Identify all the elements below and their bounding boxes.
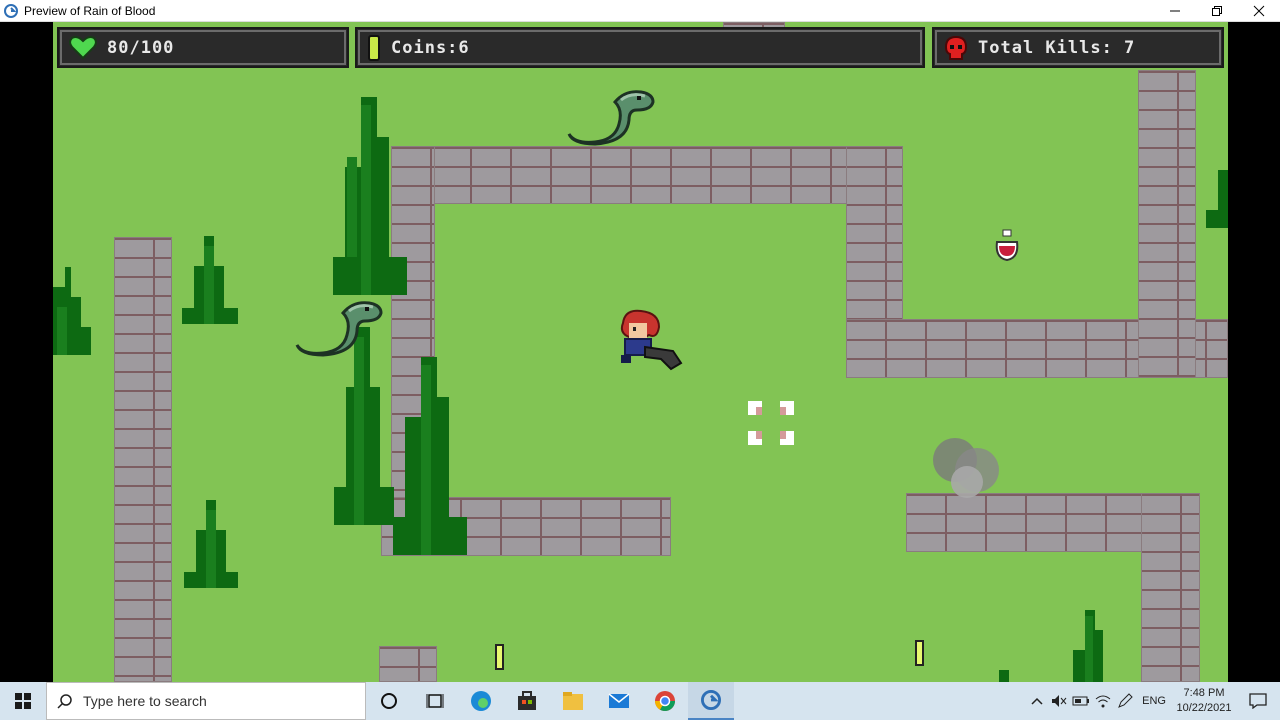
- gamemaker-icon: [701, 690, 721, 710]
- game-canvas[interactable]: 80/100 Coins:6 Total Kills: 7: [53, 22, 1228, 682]
- window-title: Preview of Rain of Blood: [24, 3, 156, 18]
- minimize-button[interactable]: [1154, 0, 1196, 22]
- task-view-icon: [426, 694, 444, 708]
- pine-tree: [182, 236, 238, 324]
- coin-pickup: [915, 640, 924, 666]
- window-titlebar: Preview of Rain of Blood: [0, 0, 1280, 22]
- system-tray: ENG 7:48 PM 10/22/2021: [1026, 682, 1280, 720]
- clock[interactable]: 7:48 PM 10/22/2021: [1172, 686, 1236, 716]
- heart-icon: [69, 35, 97, 59]
- store-icon: [518, 691, 536, 710]
- snake-enemy: [567, 90, 655, 146]
- gamemaker-icon: [4, 3, 18, 18]
- coin-pickup: [495, 644, 504, 670]
- stone-wall: [379, 646, 437, 682]
- battery-button[interactable]: [1070, 682, 1092, 720]
- pine-tree: [1206, 170, 1228, 228]
- close-button[interactable]: [1238, 0, 1280, 22]
- stone-wall: [391, 146, 903, 204]
- skull-icon: [944, 35, 968, 60]
- pine-tree: [53, 267, 91, 355]
- cortana-button[interactable]: [366, 682, 412, 720]
- edge-button[interactable]: [458, 682, 504, 720]
- clock-time: 7:48 PM: [1183, 687, 1225, 699]
- aim-crosshair: [748, 401, 794, 445]
- minimize-icon: [1170, 10, 1180, 12]
- search-icon: [57, 694, 72, 709]
- health-value: 80/100: [107, 37, 175, 58]
- player-character[interactable]: [615, 309, 683, 371]
- stone-wall: [114, 237, 172, 682]
- cortana-icon: [381, 693, 397, 709]
- stone-wall: [1141, 493, 1200, 682]
- clock-date: 10/22/2021: [1176, 702, 1232, 714]
- stone-wall: [1138, 70, 1196, 378]
- gamemaker-taskbar-button[interactable]: [688, 682, 734, 720]
- file-explorer-button[interactable]: [550, 682, 596, 720]
- chevron-up-icon: [1031, 697, 1043, 705]
- windows-start-icon: [15, 693, 31, 709]
- file-explorer-icon: [563, 692, 583, 710]
- pine-tree: [393, 357, 467, 555]
- search-placeholder: Type here to search: [83, 693, 207, 709]
- windows-taskbar: Type here to search ENG 7:48 PM 10/22/20…: [0, 682, 1280, 720]
- pine-tree: [1073, 610, 1103, 682]
- pine-tree: [999, 670, 1009, 682]
- coin-icon: [368, 34, 380, 61]
- coins-counter: Coins:6: [391, 37, 470, 58]
- volume-button[interactable]: [1048, 682, 1070, 720]
- restore-button[interactable]: [1196, 0, 1238, 22]
- pen-icon: [1118, 693, 1133, 708]
- wifi-icon: [1095, 695, 1111, 708]
- edge-icon: [471, 691, 491, 711]
- start-button[interactable]: [0, 682, 46, 720]
- battery-icon: [1072, 696, 1090, 706]
- volume-muted-icon: [1052, 695, 1067, 707]
- pen-workspace-button[interactable]: [1114, 682, 1136, 720]
- chrome-button[interactable]: [642, 682, 688, 720]
- taskbar-search-box[interactable]: Type here to search: [46, 682, 366, 720]
- health-panel: 80/100: [57, 27, 349, 68]
- close-icon: [1253, 5, 1265, 17]
- chrome-icon: [655, 691, 675, 711]
- kills-counter: Total Kills: 7: [978, 37, 1136, 58]
- mail-icon: [608, 693, 630, 708]
- snake-enemy: [295, 301, 383, 357]
- mail-button[interactable]: [596, 682, 642, 720]
- kills-panel: Total Kills: 7: [932, 27, 1224, 68]
- language-indicator[interactable]: ENG: [1136, 695, 1172, 707]
- coins-panel: Coins:6: [355, 27, 925, 68]
- pine-tree: [184, 500, 238, 588]
- smoke-cloud: [933, 438, 999, 498]
- action-center-button[interactable]: [1236, 682, 1280, 720]
- notification-icon: [1249, 693, 1267, 709]
- game-viewport: 80/100 Coins:6 Total Kills: 7: [0, 22, 1280, 682]
- restore-icon: [1212, 6, 1222, 16]
- pine-tree: [334, 327, 394, 525]
- store-button[interactable]: [504, 682, 550, 720]
- show-hidden-icons-button[interactable]: [1026, 682, 1048, 720]
- health-potion-pickup: [995, 229, 1019, 262]
- task-view-button[interactable]: [412, 682, 458, 720]
- network-button[interactable]: [1092, 682, 1114, 720]
- pine-tree: [333, 97, 407, 295]
